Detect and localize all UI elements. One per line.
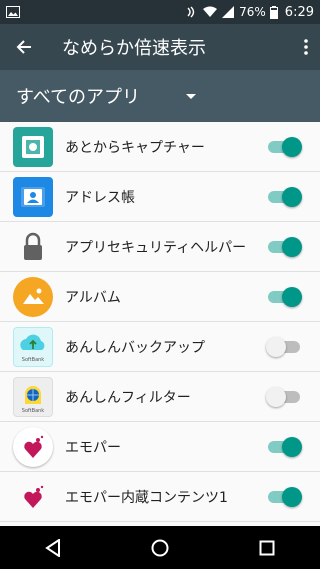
toggle-switch[interactable] [266, 436, 302, 457]
app-name: エモパー内蔵コンテンツ1 [65, 489, 228, 506]
dropdown-arrow-icon [186, 93, 197, 99]
emopa-content-icon [13, 477, 53, 517]
list-item[interactable]: SoftBank あんしんフィルター [0, 372, 320, 422]
toggle-switch[interactable] [266, 486, 302, 507]
lock-icon [13, 227, 53, 267]
app-name: あんしんバックアップ [65, 339, 205, 356]
app-name: エモパー [65, 439, 121, 456]
more-vert-icon [304, 39, 308, 55]
toggle-switch[interactable] [266, 136, 302, 157]
app-name: あんしんフィルター [65, 389, 191, 406]
list-item[interactable]: あとからキャプチャー [0, 122, 320, 172]
navigation-bar [0, 526, 320, 569]
address-book-icon [13, 176, 53, 217]
image-notification-icon [6, 6, 20, 18]
toggle-switch[interactable] [266, 236, 302, 257]
back-button[interactable] [0, 24, 48, 70]
square-recents-icon [259, 540, 275, 555]
clock: 6:29 [284, 4, 314, 20]
app-name: アプリセキュリティヘルパー [65, 239, 247, 256]
list-item[interactable]: アドレス帳 [0, 172, 320, 222]
toggle-switch[interactable] [266, 186, 302, 207]
signal-icon [222, 6, 235, 18]
nav-back-button[interactable] [33, 528, 73, 568]
list-item[interactable]: エモパー内蔵コンテンツ1 [0, 472, 320, 522]
arrow-back-icon [16, 40, 31, 54]
status-bar: 76% 6:29 [0, 0, 320, 24]
app-name: アルバム [65, 289, 121, 306]
brand-label: SoftBank [22, 357, 45, 363]
nav-home-button[interactable] [140, 528, 180, 568]
app-list: あとからキャプチャー アドレス帳 アプリセキュリティヘルパー アルバム Soft… [0, 122, 320, 526]
emopa-icon [13, 426, 53, 467]
toolbar: なめらか倍速表示 [0, 24, 320, 70]
app-filter-dropdown[interactable]: すべてのアプリ [0, 70, 320, 122]
wifi-icon [203, 6, 218, 17]
list-item[interactable]: アルバム [0, 272, 320, 322]
page-title: なめらか倍速表示 [62, 38, 206, 59]
capture-icon [13, 126, 53, 167]
toggle-switch[interactable] [266, 286, 302, 307]
overflow-menu-button[interactable] [292, 24, 320, 70]
nav-recents-button[interactable] [247, 528, 287, 568]
album-icon [13, 276, 53, 317]
nfc-icon [187, 6, 195, 18]
app-name: あとからキャプチャー [65, 139, 205, 156]
battery-level: 76% [239, 5, 266, 19]
toggle-switch[interactable] [266, 336, 302, 357]
brand-label: SoftBank [22, 408, 45, 414]
app-screen: 76% 6:29 なめらか倍速表示 すべてのアプリ あとからキャプチャー アドレ… [0, 0, 320, 569]
filter-icon: SoftBank [13, 376, 53, 417]
app-name: アドレス帳 [65, 189, 135, 206]
triangle-back-icon [45, 538, 61, 557]
backup-icon: SoftBank [13, 326, 53, 367]
toggle-switch[interactable] [266, 386, 302, 407]
filter-label: すべてのアプリ [16, 87, 141, 108]
battery-icon [269, 5, 278, 19]
list-item[interactable]: SoftBank あんしんバックアップ [0, 322, 320, 372]
circle-home-icon [151, 539, 169, 556]
list-item[interactable]: エモパー [0, 422, 320, 472]
list-item[interactable]: アプリセキュリティヘルパー [0, 222, 320, 272]
